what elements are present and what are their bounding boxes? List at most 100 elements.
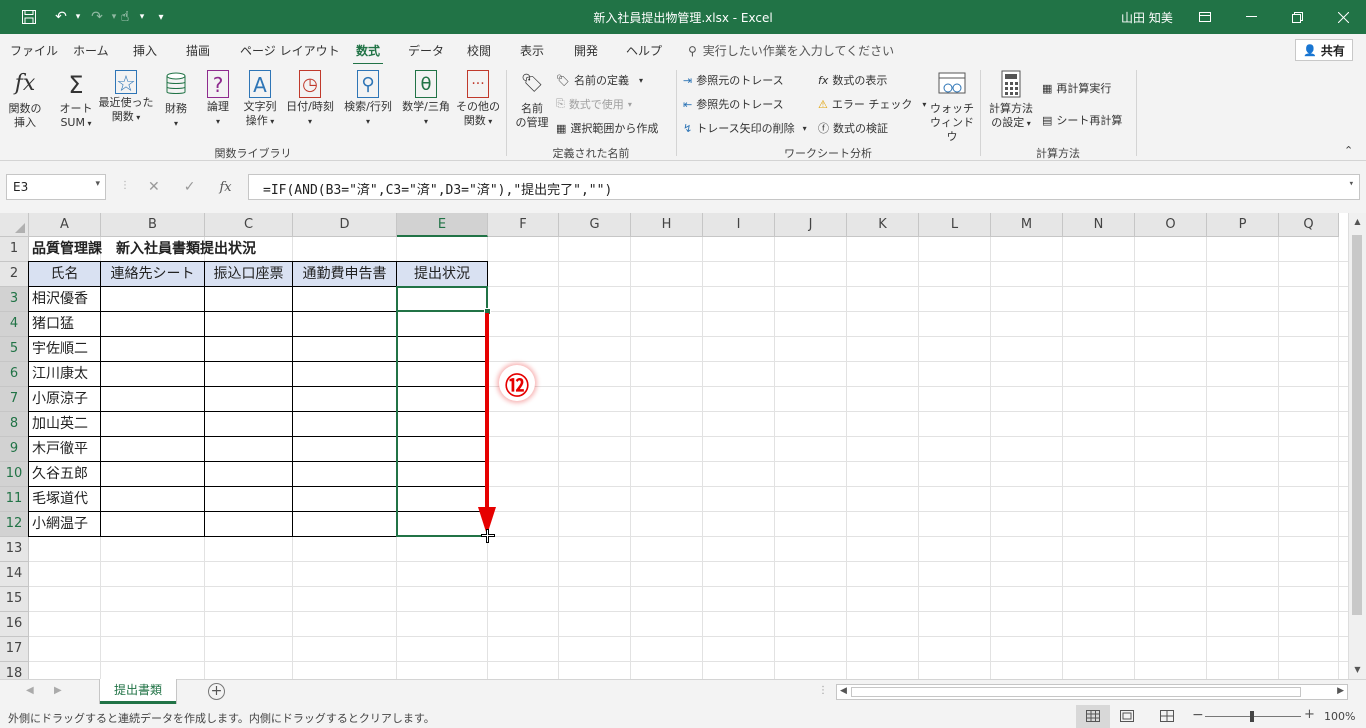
prev-sheet-icon[interactable]: ◀ xyxy=(26,685,34,696)
tab-formulas[interactable]: 数式 xyxy=(352,42,384,66)
row-header-17[interactable]: 17 xyxy=(0,637,29,662)
name-cell[interactable]: 相沢優香 xyxy=(29,287,88,311)
ribbon-display-icon[interactable] xyxy=(1182,0,1228,34)
user-name[interactable]: 山田 知美 xyxy=(1121,9,1173,26)
row-header-15[interactable]: 15 xyxy=(0,587,29,612)
sheet-tab[interactable]: 提出書類 xyxy=(100,679,176,704)
name-cell[interactable]: 小網温子 xyxy=(29,512,88,536)
new-sheet-icon[interactable]: + xyxy=(208,683,225,700)
header-cell-c[interactable]: 振込口座票 xyxy=(205,262,292,286)
row-header-8[interactable]: 8 xyxy=(0,412,29,437)
insert-function-icon[interactable]: fx xyxy=(219,180,231,195)
tab-home[interactable]: ホーム xyxy=(73,42,109,59)
header-cell-d[interactable]: 通勤費申告書 xyxy=(293,262,396,286)
column-header-l[interactable]: L xyxy=(919,213,991,237)
tab-split-handle-icon[interactable]: ⋮ xyxy=(818,685,828,696)
name-cell[interactable]: 毛塚道代 xyxy=(29,487,88,511)
sheet-title[interactable]: 品質管理課 新入社員書類提出状況 xyxy=(29,237,256,261)
restore-icon[interactable] xyxy=(1274,0,1320,34)
tab-insert[interactable]: 挿入 xyxy=(133,42,157,59)
row-header-2[interactable]: 2 xyxy=(0,262,29,287)
name-cell[interactable]: 加山英二 xyxy=(29,412,88,436)
column-header-i[interactable]: I xyxy=(703,213,775,237)
row-header-9[interactable]: 9 xyxy=(0,437,29,462)
next-sheet-icon[interactable]: ▶ xyxy=(54,685,62,696)
recently-used-button[interactable]: ☆ 最近使った 関数 ▾ xyxy=(98,70,154,125)
more-functions-button[interactable]: ··· その他の 関数 ▾ xyxy=(456,70,500,129)
minimize-icon[interactable] xyxy=(1228,0,1274,34)
tell-me-search[interactable]: ⚲ 実行したい作業を入力してください xyxy=(688,42,894,59)
row-header-1[interactable]: 1 xyxy=(0,237,29,262)
tab-view[interactable]: 表示 xyxy=(520,42,544,59)
header-cell-b[interactable]: 連絡先シート xyxy=(101,262,204,286)
logical-button[interactable]: ? 論理 ▾ xyxy=(200,70,236,129)
autosum-button[interactable]: Σ オート SUM ▾ xyxy=(56,70,96,131)
row-header-4[interactable]: 4 xyxy=(0,312,29,337)
cancel-icon[interactable]: ✕ xyxy=(148,179,160,195)
insert-function-button[interactable]: fx 関数の 挿入 xyxy=(6,70,44,130)
column-header-q[interactable]: Q xyxy=(1279,213,1339,237)
name-cell[interactable]: 江川康太 xyxy=(29,362,88,386)
name-cell[interactable]: 小原涼子 xyxy=(29,387,88,411)
column-header-k[interactable]: K xyxy=(847,213,919,237)
zoom-slider-thumb[interactable] xyxy=(1250,711,1254,722)
trace-precedents-button[interactable]: ⇥ 参照元のトレース xyxy=(683,72,784,88)
select-all-corner[interactable] xyxy=(0,213,29,237)
tab-file[interactable]: ファイル xyxy=(10,42,58,59)
header-cell-a[interactable]: 氏名 xyxy=(29,262,100,286)
collapse-ribbon-icon[interactable]: ⌃ xyxy=(1344,144,1353,157)
scroll-up-icon[interactable]: ▲ xyxy=(1349,213,1366,231)
page-layout-view-icon[interactable] xyxy=(1120,710,1134,725)
row-header-16[interactable]: 16 xyxy=(0,612,29,637)
tab-help[interactable]: ヘルプ xyxy=(626,42,662,59)
row-header-12[interactable]: 12 xyxy=(0,512,29,537)
math-button[interactable]: θ 数学/三角 ▾ xyxy=(398,70,454,129)
create-from-selection-button[interactable]: ▦ 選択範囲から作成 xyxy=(556,120,658,136)
normal-view-button[interactable] xyxy=(1076,705,1110,728)
tab-review[interactable]: 校閲 xyxy=(467,42,491,59)
row-header-7[interactable]: 7 xyxy=(0,387,29,412)
calculate-now-button[interactable]: ▦ 再計算実行 xyxy=(1042,80,1111,96)
datetime-button[interactable]: ◷ 日付/時刻 ▾ xyxy=(282,70,338,129)
name-manager-button[interactable]: 🏷 名前 の管理 xyxy=(512,70,552,130)
column-header-h[interactable]: H xyxy=(631,213,703,237)
formula-bar-resize-icon[interactable]: ⋮ xyxy=(120,180,130,191)
vertical-scroll-thumb[interactable] xyxy=(1352,235,1362,615)
formula-input[interactable]: =IF(AND(B3="済",C3="済",D3="済"),"提出完了","")… xyxy=(248,174,1360,200)
enter-icon[interactable]: ✓ xyxy=(184,179,196,195)
expand-formula-icon[interactable]: ▾ xyxy=(1349,179,1354,189)
tab-developer[interactable]: 開発 xyxy=(574,42,598,59)
page-break-view-icon[interactable] xyxy=(1160,710,1174,725)
define-name-button[interactable]: 🏷 名前の定義 ▾ xyxy=(556,72,643,88)
row-header-6[interactable]: 6 xyxy=(0,362,29,387)
row-header-14[interactable]: 14 xyxy=(0,562,29,587)
column-header-p[interactable]: P xyxy=(1207,213,1279,237)
column-header-a[interactable]: A xyxy=(29,213,101,237)
name-cell[interactable]: 猪口猛 xyxy=(29,312,74,336)
trace-dependents-button[interactable]: ⇤ 参照先のトレース xyxy=(683,96,784,112)
scroll-right-icon[interactable]: ▶ xyxy=(1337,686,1344,696)
horizontal-scrollbar[interactable]: ◀ ▶ xyxy=(836,684,1348,700)
column-header-b[interactable]: B xyxy=(101,213,205,237)
name-box-dropdown-icon[interactable]: ▾ xyxy=(95,179,100,189)
tab-page-layout[interactable]: ページ レイアウト xyxy=(240,42,340,59)
evaluate-formula-button[interactable]: ⓕ 数式の検証 xyxy=(818,120,888,136)
error-checking-button[interactable]: ⚠ エラー チェック ▾ xyxy=(818,96,926,112)
vertical-scrollbar[interactable]: ▲ ▼ xyxy=(1348,213,1366,679)
row-header-10[interactable]: 10 xyxy=(0,462,29,487)
column-header-j[interactable]: J xyxy=(775,213,847,237)
scroll-left-icon[interactable]: ◀ xyxy=(840,686,847,696)
calculation-options-button[interactable]: 計算方法 の設定 ▾ xyxy=(984,70,1038,131)
name-box[interactable]: E3 ▾ xyxy=(6,174,106,200)
row-header-11[interactable]: 11 xyxy=(0,487,29,512)
calculate-sheet-button[interactable]: ▤ シート再計算 xyxy=(1042,112,1122,128)
row-header-5[interactable]: 5 xyxy=(0,337,29,362)
worksheet-grid[interactable]: A B C D E F G H I J K L M N O P Q 1 2 3 4 5 6 7 8 9 10 11 12 13 14 15 16… xyxy=(0,213,1348,679)
lookup-button[interactable]: ⚲ 検索/行列 ▾ xyxy=(340,70,396,129)
row-header-18[interactable]: 18 xyxy=(0,662,29,679)
watch-window-button[interactable]: ウォッチ ウィンドウ xyxy=(926,70,978,144)
remove-arrows-button[interactable]: ↯ トレース矢印の削除 ▾ xyxy=(683,120,807,136)
use-in-formula-button[interactable]: ⎘ 数式で使用 ▾ xyxy=(556,96,632,112)
column-header-c[interactable]: C xyxy=(205,213,293,237)
zoom-in-icon[interactable]: + xyxy=(1304,707,1315,722)
